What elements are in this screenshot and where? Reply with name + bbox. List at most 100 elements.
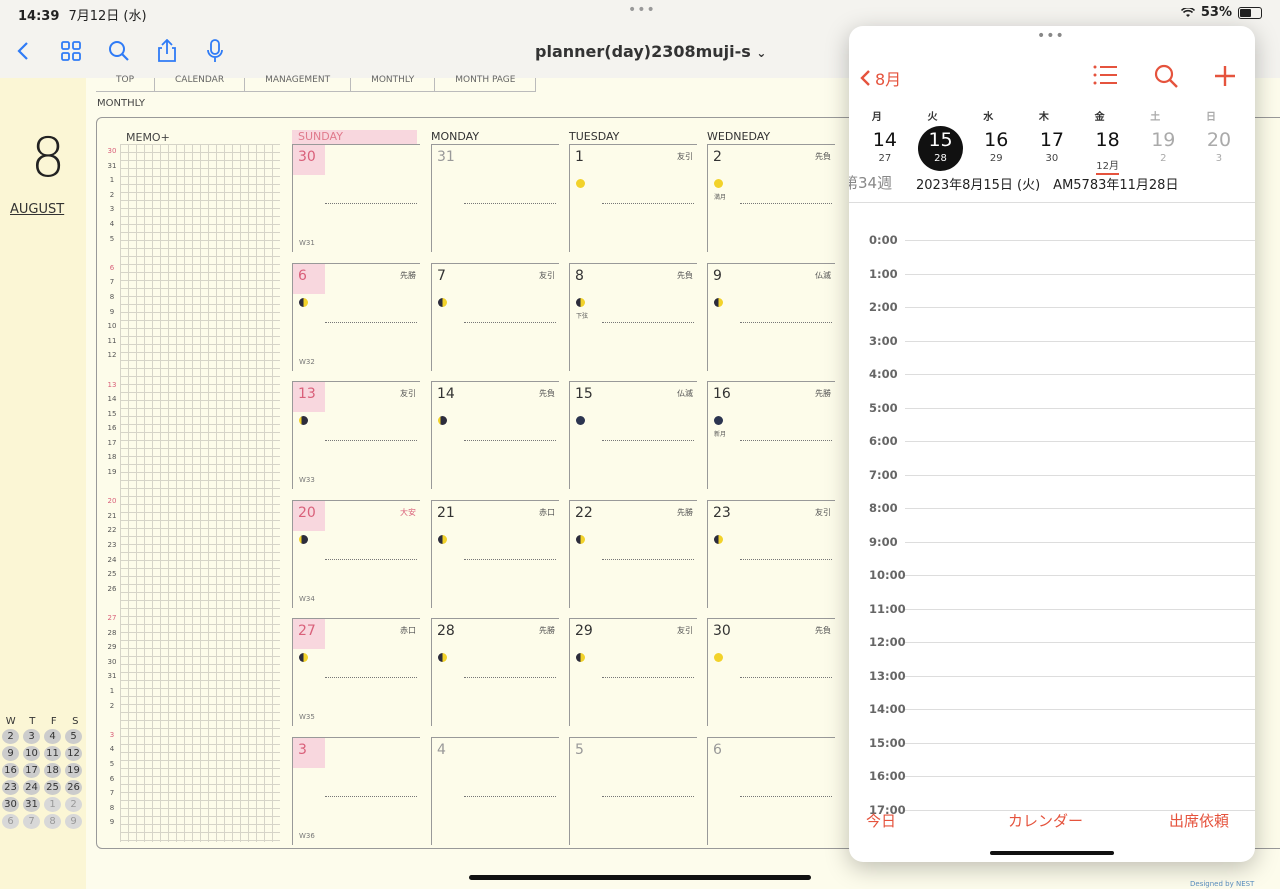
- mini-cal-day[interactable]: 17: [23, 763, 40, 778]
- mini-cal-day[interactable]: 30: [2, 797, 19, 812]
- day-cell[interactable]: 23 友引: [707, 499, 835, 608]
- document-title[interactable]: planner(day)2308muji-s ⌄: [535, 42, 766, 61]
- grid-icon[interactable]: [58, 38, 84, 64]
- mini-cal-day[interactable]: 8: [44, 814, 61, 829]
- nav-tab-top[interactable]: TOP: [96, 76, 156, 92]
- day-cell[interactable]: 16 先勝 新月: [707, 381, 835, 489]
- hour-slot[interactable]: 8:00: [849, 501, 1255, 535]
- memo-grid[interactable]: [120, 144, 280, 842]
- hour-slot[interactable]: 0:00: [849, 233, 1255, 267]
- mini-cal-day[interactable]: 4: [44, 729, 61, 744]
- hour-slot[interactable]: 10:00: [849, 568, 1255, 602]
- mini-cal-day[interactable]: 2: [65, 797, 82, 812]
- hour-slot[interactable]: 13:00: [849, 669, 1255, 703]
- month-name-link[interactable]: AUGUST: [10, 202, 64, 217]
- day-cell[interactable]: 3 W36: [292, 736, 420, 845]
- calendar-slide-over[interactable]: ••• 8月 月火水木金土日 14 27 15 28 16 29 17 30 18 12月 19 2 2…: [849, 26, 1255, 862]
- day-cell[interactable]: 4: [431, 736, 559, 845]
- multitask-dots-icon[interactable]: •••: [628, 2, 656, 18]
- hour-slot[interactable]: 9:00: [849, 535, 1255, 569]
- slide-over-handle-icon[interactable]: •••: [1037, 28, 1065, 44]
- week-strip-day[interactable]: 16 29: [968, 126, 1024, 172]
- week-strip-day[interactable]: 18 12月: [1080, 126, 1136, 175]
- mini-cal-day[interactable]: 7: [23, 814, 40, 829]
- mini-cal-day[interactable]: 31: [23, 797, 40, 812]
- day-cell[interactable]: 1 友引: [569, 144, 697, 252]
- day-cell[interactable]: 30 W31: [292, 144, 420, 252]
- day-timeline[interactable]: 0:00 1:00 2:00 3:00 4:00 5:00 6:00 7:00 8:00 9:00…: [849, 202, 1255, 817]
- hour-slot[interactable]: 16:00: [849, 769, 1255, 803]
- mini-cal-day[interactable]: 19: [65, 763, 82, 778]
- inbox-button[interactable]: 出席依頼: [1169, 810, 1229, 831]
- mini-cal-day[interactable]: 16: [2, 763, 19, 778]
- day-cell[interactable]: 20 大安 W34: [292, 499, 420, 608]
- search-icon[interactable]: [1154, 64, 1180, 90]
- day-cell[interactable]: 14 先負: [431, 381, 559, 489]
- week-strip-day[interactable]: 14 27: [857, 126, 913, 172]
- day-cell[interactable]: 13 友引 W33: [292, 381, 420, 489]
- mini-cal-day[interactable]: 12: [65, 746, 82, 761]
- nav-tab-month-page[interactable]: MONTH PAGE: [435, 76, 537, 92]
- day-cell[interactable]: 8 先負 下弦: [569, 262, 697, 371]
- day-cell[interactable]: 6: [707, 736, 835, 845]
- hour-slot[interactable]: 14:00: [849, 702, 1255, 736]
- mini-cal-day[interactable]: 5: [65, 729, 82, 744]
- hour-slot[interactable]: 12:00: [849, 635, 1255, 669]
- week-strip-day[interactable]: 19 2: [1135, 126, 1191, 172]
- mini-cal-day[interactable]: 9: [65, 814, 82, 829]
- day-cell[interactable]: 27 赤口 W35: [292, 618, 420, 726]
- list-icon[interactable]: [1092, 64, 1118, 90]
- microphone-icon[interactable]: [202, 38, 228, 64]
- home-indicator[interactable]: [469, 875, 811, 880]
- day-cell[interactable]: 7 友引: [431, 262, 559, 371]
- hour-slot[interactable]: 3:00: [849, 334, 1255, 368]
- hour-slot[interactable]: 6:00: [849, 434, 1255, 468]
- hour-slot[interactable]: 11:00: [849, 602, 1255, 636]
- hour-slot[interactable]: 2:00: [849, 300, 1255, 334]
- mini-cal-day[interactable]: 26: [65, 780, 82, 795]
- hour-slot[interactable]: 7:00: [849, 468, 1255, 502]
- hour-slot[interactable]: 5:00: [849, 401, 1255, 435]
- back-icon[interactable]: [10, 38, 36, 64]
- mini-cal-day[interactable]: 3: [23, 729, 40, 744]
- nav-tab-monthly[interactable]: MONTHLY: [351, 76, 436, 92]
- mini-cal-day[interactable]: 23: [2, 780, 19, 795]
- day-cell[interactable]: 15 仏滅: [569, 381, 697, 489]
- hour-slot[interactable]: 15:00: [849, 736, 1255, 770]
- day-cell[interactable]: 6 先勝 W32: [292, 262, 420, 371]
- mini-cal-day[interactable]: 24: [23, 780, 40, 795]
- day-cell[interactable]: 30 先負: [707, 618, 835, 726]
- memo-title: MEMO+: [126, 131, 170, 144]
- mini-cal-day[interactable]: 18: [44, 763, 61, 778]
- mini-cal-day[interactable]: 9: [2, 746, 19, 761]
- nav-tab-calendar[interactable]: CALENDAR: [155, 76, 246, 92]
- today-button[interactable]: 今日: [866, 810, 896, 831]
- day-cell[interactable]: 29 友引: [569, 618, 697, 726]
- week-strip-day[interactable]: 15 28: [913, 126, 969, 172]
- day-cell[interactable]: 21 赤口: [431, 499, 559, 608]
- mini-cal-day[interactable]: 10: [23, 746, 40, 761]
- hour-slot[interactable]: 1:00: [849, 267, 1255, 301]
- week-strip-day[interactable]: 20 3: [1191, 126, 1247, 172]
- mini-cal-day[interactable]: 6: [2, 814, 19, 829]
- slide-over-home-indicator[interactable]: [990, 851, 1114, 855]
- hour-slot[interactable]: 4:00: [849, 367, 1255, 401]
- mini-cal-day[interactable]: 2: [2, 729, 19, 744]
- day-cell[interactable]: 31: [431, 144, 559, 252]
- week-strip-day[interactable]: 17 30: [1024, 126, 1080, 172]
- mini-cal-day[interactable]: 25: [44, 780, 61, 795]
- memo-number: 28: [107, 628, 117, 637]
- calendars-button[interactable]: カレンダー: [1008, 810, 1083, 831]
- day-cell[interactable]: 22 先勝: [569, 499, 697, 608]
- share-icon[interactable]: [154, 38, 180, 64]
- day-cell[interactable]: 9 仏滅: [707, 262, 835, 371]
- day-cell[interactable]: 28 先勝: [431, 618, 559, 726]
- add-icon[interactable]: [1213, 64, 1239, 90]
- search-icon[interactable]: [106, 38, 132, 64]
- mini-cal-day[interactable]: 11: [44, 746, 61, 761]
- day-cell[interactable]: 2 先負 満月: [707, 144, 835, 252]
- mini-cal-day[interactable]: 1: [44, 797, 61, 812]
- nav-tab-management[interactable]: MANAGEMENT: [245, 76, 352, 92]
- month-back-button[interactable]: 8月: [859, 66, 901, 90]
- day-cell[interactable]: 5: [569, 736, 697, 845]
